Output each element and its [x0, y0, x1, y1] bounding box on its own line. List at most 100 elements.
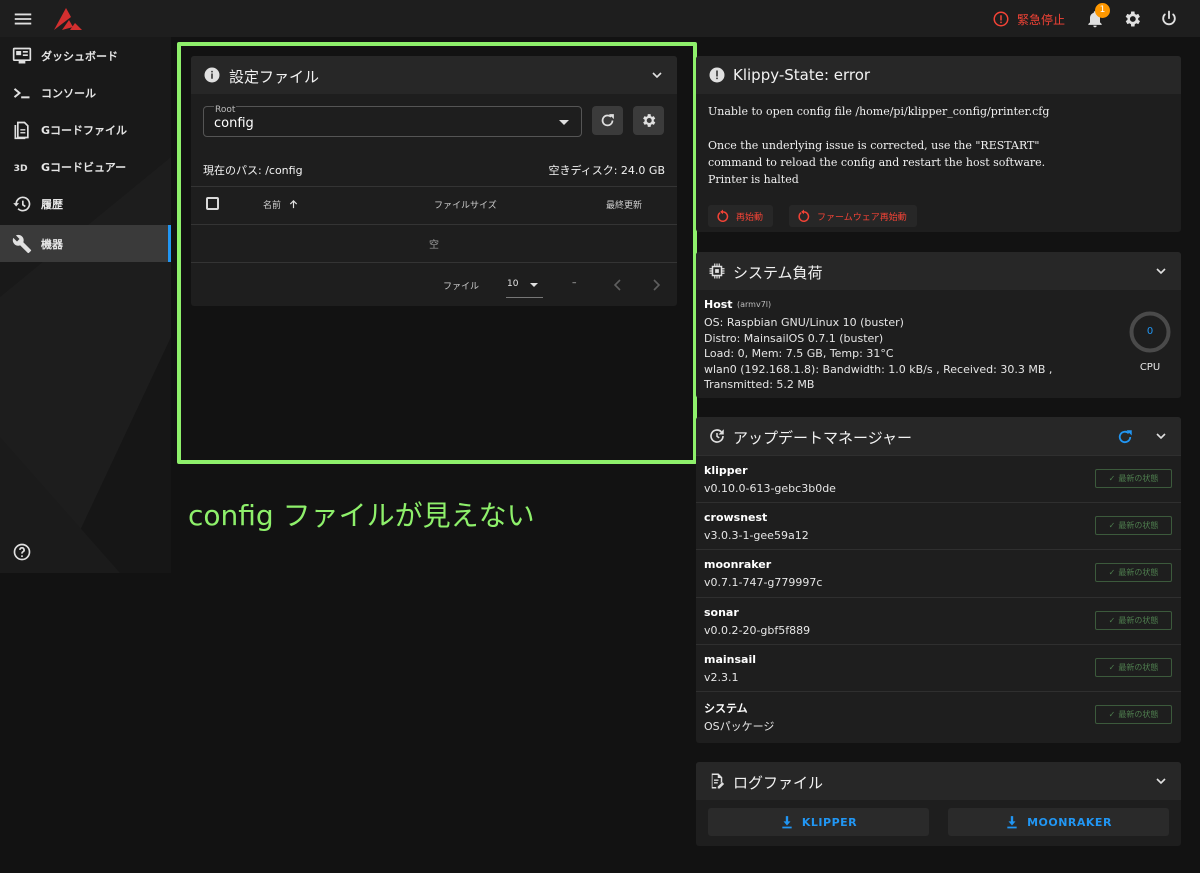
- system-info-line: Transmitted: 5.2 MB: [704, 378, 815, 391]
- monitor-dashboard-icon: [12, 47, 32, 64]
- refresh-icon[interactable]: [1116, 428, 1134, 446]
- mainsail-logo[interactable]: [52, 6, 84, 32]
- update-item-name: moonraker: [704, 558, 772, 571]
- gear-icon[interactable]: [1122, 9, 1142, 29]
- update-item-name: システム: [704, 702, 748, 715]
- message-line: Printer is halted: [708, 173, 799, 186]
- update-item: sonar v0.0.2-20-gbf5f889 ✓ 最新の状態: [696, 597, 1181, 644]
- update-manager-panel: アップデートマネージャー klipper v0.10.0-613-gebc3b0…: [696, 417, 1181, 743]
- update-item-version: v3.0.3-1-gee59a12: [704, 529, 809, 542]
- update-icon: [710, 429, 724, 443]
- annotation-text: config ファイルが見えない: [188, 499, 535, 532]
- alert-circle-icon: [993, 11, 1009, 27]
- panel-title: ログファイル: [733, 774, 824, 792]
- update-item-version: v0.7.1-747-g779997c: [704, 576, 823, 589]
- up-to-date-label: 最新の状態: [1118, 616, 1159, 625]
- sidebar-item-machine[interactable]: 機器: [0, 225, 171, 262]
- sidebar-item-label: コンソール: [41, 87, 96, 100]
- 3d-icon: 3D: [14, 163, 28, 174]
- update-item: システム OSパッケージ ✓ 最新の状態: [696, 691, 1181, 738]
- alert-circle-icon: [709, 67, 725, 83]
- cpu-value: 0: [1146, 326, 1154, 337]
- file-document-edit-icon: [711, 773, 725, 789]
- update-item: crowsnest v3.0.3-1-gee59a12 ✓ 最新の状態: [696, 502, 1181, 549]
- up-to-date-button[interactable]: ✓ 最新の状態: [1095, 469, 1172, 488]
- panel-header: ログファイル: [696, 762, 1181, 800]
- file-document-icon: [14, 121, 29, 140]
- download-moonraker-log-button[interactable]: MOONRAKER: [948, 808, 1169, 836]
- download-icon: [782, 816, 792, 829]
- host-label: Host: [704, 298, 733, 311]
- sidebar-item-label: ダッシュボード: [41, 50, 118, 63]
- up-to-date-button[interactable]: ✓ 最新の状態: [1095, 516, 1172, 535]
- klippy-message: Unable to open config file /home/pi/klip…: [708, 103, 1168, 188]
- update-item: moonraker v0.7.1-747-g779997c ✓ 最新の状態: [696, 549, 1181, 596]
- emergency-stop-label: 緊急停止: [1017, 12, 1066, 27]
- update-item-version: v2.3.1: [704, 671, 739, 684]
- system-info: OS: Raspbian GNU/Linux 10 (buster) Distr…: [704, 315, 1052, 393]
- system-load-panel: システム負荷 Host (armv7l) OS: Raspbian GNU/Li…: [696, 252, 1181, 398]
- chevron-down-icon[interactable]: [1153, 773, 1169, 789]
- sidebar-item-gcode-files[interactable]: Gコードファイル: [0, 111, 171, 148]
- firmware-restart-button[interactable]: ファームウェア再始動: [789, 205, 917, 227]
- system-info-line: Distro: MainsailOS 0.7.1 (buster): [704, 331, 884, 345]
- check-icon: ✓: [1108, 474, 1116, 483]
- highlight-frame: [177, 42, 697, 464]
- restart-icon: [798, 209, 810, 222]
- up-to-date-button[interactable]: ✓ 最新の状態: [1095, 611, 1172, 630]
- notification-badge: 1: [1095, 3, 1110, 18]
- up-to-date-button[interactable]: ✓ 最新の状態: [1095, 658, 1172, 677]
- restart-button[interactable]: 再始動: [708, 205, 774, 227]
- panel-header: アップデートマネージャー: [696, 417, 1181, 455]
- sidebar-item-dashboard[interactable]: ダッシュボード: [0, 37, 171, 74]
- chevron-down-icon[interactable]: [1153, 428, 1169, 444]
- update-item-name: sonar: [704, 606, 739, 619]
- power-icon[interactable]: [1159, 9, 1179, 29]
- check-icon: ✓: [1108, 521, 1116, 530]
- check-icon: ✓: [1108, 710, 1116, 719]
- emergency-stop-button[interactable]: 緊急停止: [992, 9, 1065, 29]
- sidebar-item-label: Gコードファイル: [41, 124, 128, 137]
- sidebar-item-label: Gコードビュアー: [41, 161, 127, 174]
- update-item-name: klipper: [704, 464, 748, 477]
- cpu-label: CPU: [1139, 362, 1161, 373]
- up-to-date-label: 最新の状態: [1118, 474, 1159, 483]
- chip-icon: [709, 263, 725, 279]
- firmware-restart-label: ファームウェア再始動: [817, 212, 907, 223]
- restart-icon: [717, 209, 729, 222]
- check-icon: ✓: [1108, 568, 1116, 577]
- download-label: KLIPPER: [801, 815, 858, 829]
- klippy-state-panel: Klippy-State: error Unable to open confi…: [696, 56, 1181, 232]
- navigation-sidebar: ダッシュボード コンソール Gコードファイル 3D Gコードビュアー 履歴 機器: [0, 37, 171, 573]
- panel-header: システム負荷: [696, 252, 1181, 290]
- download-klipper-log-button[interactable]: KLIPPER: [708, 808, 929, 836]
- sidebar-item-console[interactable]: コンソール: [0, 74, 171, 111]
- update-item-version: v0.0.2-20-gbf5f889: [704, 624, 811, 637]
- panel-header: Klippy-State: error: [696, 56, 1181, 94]
- system-info-line: OS: Raspbian GNU/Linux 10 (buster): [704, 316, 904, 329]
- up-to-date-label: 最新の状態: [1118, 663, 1159, 672]
- message-line: Once the underlying issue is corrected, …: [708, 139, 1040, 152]
- message-line: Unable to open config file /home/pi/klip…: [708, 105, 1050, 118]
- sidebar-item-gcode-viewer[interactable]: 3D Gコードビュアー: [0, 148, 171, 185]
- up-to-date-button[interactable]: ✓ 最新の状態: [1095, 705, 1172, 724]
- svg-text:3D: 3D: [14, 163, 28, 174]
- menu-icon[interactable]: [12, 8, 34, 30]
- sidebar-item-label: 履歴: [41, 198, 63, 211]
- panel-title: アップデートマネージャー: [733, 429, 912, 447]
- update-item-name: crowsnest: [704, 511, 768, 524]
- update-item: klipper v0.10.0-613-gebc3b0de ✓ 最新の状態: [696, 455, 1181, 502]
- chevron-down-icon[interactable]: [1153, 263, 1169, 279]
- top-app-bar: 緊急停止 1: [0, 0, 1200, 37]
- history-icon: [13, 196, 31, 212]
- up-to-date-label: 最新の状態: [1118, 521, 1159, 530]
- up-to-date-button[interactable]: ✓ 最新の状態: [1095, 563, 1172, 582]
- update-item: mainsail v2.3.1 ✓ 最新の状態: [696, 644, 1181, 691]
- help-icon[interactable]: [12, 542, 32, 562]
- sidebar-item-history[interactable]: 履歴: [0, 185, 171, 222]
- log-files-panel: ログファイル KLIPPER MOONRAKER: [696, 762, 1181, 846]
- check-icon: ✓: [1108, 616, 1116, 625]
- console-icon: [13, 88, 30, 99]
- up-to-date-label: 最新の状態: [1118, 568, 1159, 577]
- update-item-version: v0.10.0-613-gebc3b0de: [704, 482, 836, 495]
